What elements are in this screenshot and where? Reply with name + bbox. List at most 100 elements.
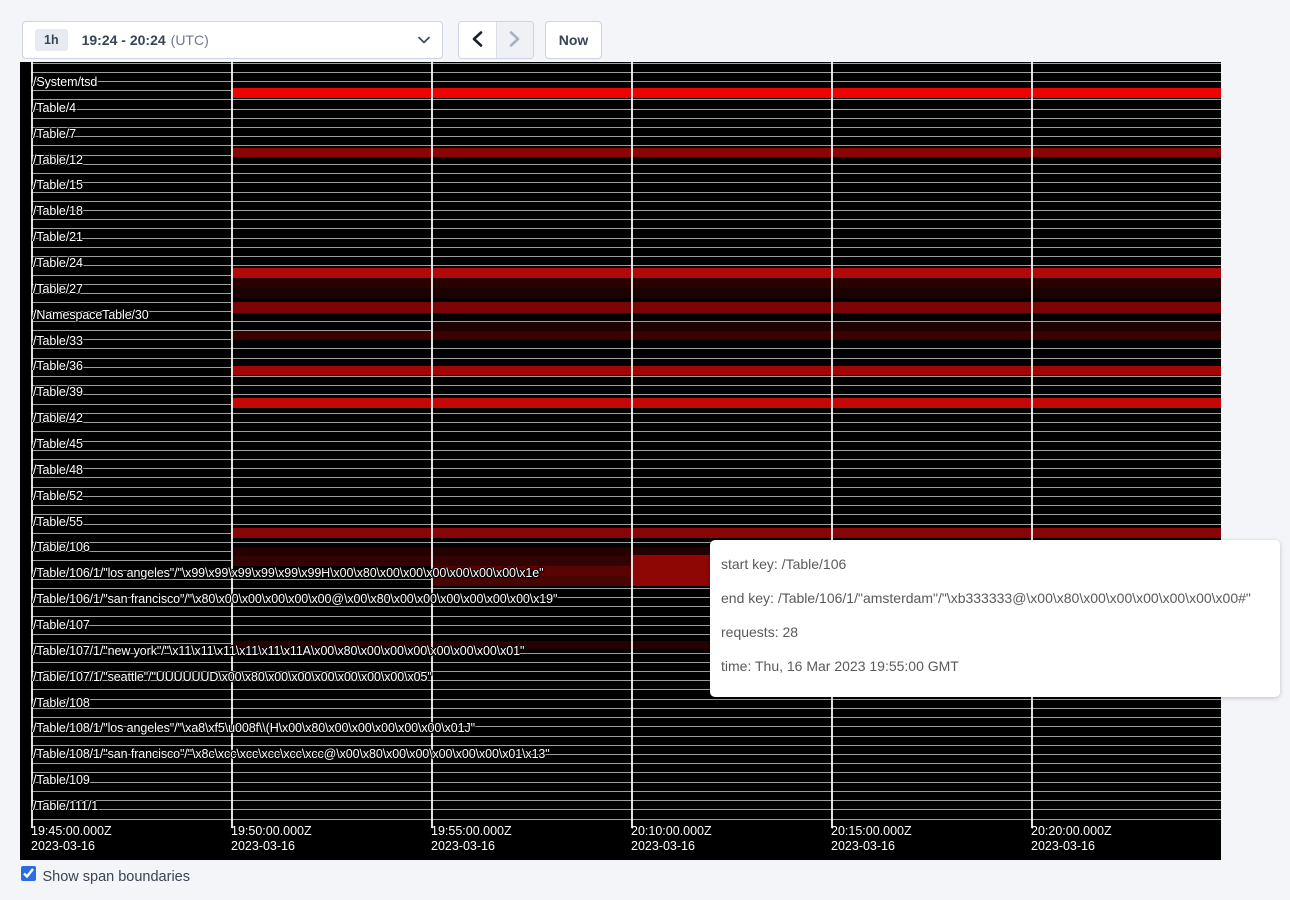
heat-band	[431, 322, 1221, 331]
row-label: /Table/27	[33, 282, 83, 296]
time-boundary-line	[1031, 62, 1033, 828]
range-preset-badge: 1h	[35, 29, 68, 51]
time-tick-label: 20:15:00.000Z	[831, 824, 912, 839]
tooltip-start-key: start key: /Table/106	[721, 554, 1269, 575]
heat-band	[231, 268, 1221, 278]
span-boundary-line	[31, 772, 1221, 773]
span-boundary-line	[31, 256, 1221, 257]
span-boundary-line	[31, 394, 1221, 395]
row-label: /Table/106/1/"san francisco"/"\x80\x00\x…	[33, 592, 557, 606]
show-span-boundaries-control[interactable]: Show span boundaries	[21, 866, 190, 886]
span-boundary-line	[31, 422, 1221, 423]
span-boundary-line	[31, 247, 1221, 248]
row-label: /Table/42	[33, 411, 83, 425]
span-boundary-line	[31, 736, 1221, 737]
row-label: /Table/106	[33, 540, 90, 554]
row-label: /Table/36	[33, 359, 83, 373]
span-boundary-line	[31, 745, 1221, 746]
time-tick-label: 19:55:00.000Z	[431, 824, 512, 839]
now-button[interactable]: Now	[545, 21, 602, 59]
span-boundary-line	[31, 145, 1221, 146]
row-label: /Table/21	[33, 230, 83, 244]
time-boundary-line	[631, 62, 633, 828]
span-boundary-line	[31, 699, 1221, 700]
date-tick-label: 2023-03-16	[631, 839, 695, 854]
date-tick-label: 2023-03-16	[1031, 839, 1095, 854]
span-boundary-line	[31, 238, 1221, 239]
span-boundary-line	[31, 800, 1221, 801]
span-boundary-line	[31, 192, 1221, 193]
span-boundary-line	[31, 219, 1221, 220]
hover-tooltip: start key: /Table/106 end key: /Table/10…	[710, 540, 1280, 697]
row-label: /Table/52	[33, 489, 83, 503]
heatmap-canvas[interactable]: /System/tsd/Table/4/Table/7/Table/12/Tab…	[20, 62, 1221, 860]
date-tick-label: 2023-03-16	[431, 839, 495, 854]
row-label: /Table/48	[33, 463, 83, 477]
span-boundary-line	[31, 514, 1221, 515]
show-span-boundaries-checkbox[interactable]	[21, 866, 36, 881]
row-label: /Table/109	[33, 773, 90, 787]
row-label: /Table/7	[33, 127, 76, 141]
span-boundary-line	[31, 450, 1221, 451]
span-boundary-line	[31, 109, 1221, 110]
heat-band	[231, 398, 1221, 408]
span-boundary-line	[31, 487, 1221, 488]
tooltip-end-key: end key: /Table/106/1/"amsterdam"/"\xb33…	[721, 588, 1269, 609]
time-boundary-line	[831, 62, 833, 828]
next-range-button[interactable]	[496, 22, 534, 58]
row-label: /Table/33	[33, 334, 83, 348]
span-boundary-line	[31, 791, 1221, 792]
row-label: /Table/15	[33, 178, 83, 192]
range-nav-group	[458, 21, 534, 59]
span-boundary-line	[31, 708, 1221, 709]
time-boundary-line	[431, 62, 433, 828]
row-label: /Table/45	[33, 437, 83, 451]
range-text: 19:24 - 20:24	[82, 32, 166, 48]
row-label: /Table/107/1/"seattle"/"UUUUUUD\x00\x80\…	[33, 670, 432, 684]
heat-band	[231, 88, 1221, 98]
row-label: /Table/107	[33, 618, 90, 632]
prev-range-button[interactable]	[459, 22, 496, 58]
span-boundary-line	[31, 164, 1221, 165]
heat-band	[231, 366, 1221, 375]
time-tick-label: 19:45:00.000Z	[31, 824, 112, 839]
heat-band	[633, 555, 710, 586]
span-boundary-line	[31, 376, 1221, 377]
span-boundary-line	[31, 782, 1221, 783]
row-label: /Table/108/1/"san francisco"/"\x8c\xcc\x…	[33, 747, 550, 761]
tooltip-time: time: Thu, 16 Mar 2023 19:55:00 GMT	[721, 656, 1269, 677]
span-boundary-line	[31, 63, 1221, 64]
span-boundary-line	[31, 431, 1221, 432]
row-label: /System/tsd	[33, 75, 97, 89]
row-label: /Table/4	[33, 101, 76, 115]
span-boundary-line	[31, 717, 1221, 718]
span-boundary-line	[31, 819, 1221, 820]
row-label: /Table/106/1/"los angeles"/"\x99\x99\x99…	[33, 566, 543, 580]
span-boundary-line	[31, 348, 1221, 349]
span-boundary-line	[31, 459, 1221, 460]
date-tick-label: 2023-03-16	[31, 839, 95, 854]
chevron-left-icon	[471, 31, 483, 50]
span-boundary-line	[31, 524, 1221, 525]
tooltip-requests: requests: 28	[721, 622, 1269, 643]
span-boundary-line	[31, 173, 1221, 174]
row-label: /NamespaceTable/30	[33, 308, 149, 322]
span-boundary-line	[31, 477, 1221, 478]
time-boundary-line	[231, 62, 233, 828]
date-tick-label: 2023-03-16	[831, 839, 895, 854]
span-boundary-line	[31, 809, 1221, 810]
row-label: /Table/18	[33, 204, 83, 218]
footer: Show span boundaries	[21, 866, 190, 886]
span-boundary-line	[31, 496, 1221, 497]
time-range-selector[interactable]: 1h 19:24 - 20:24 (UTC)	[22, 21, 443, 59]
row-label: /Table/108/1/"los angeles"/"\xa8\xf5\u00…	[33, 721, 475, 735]
span-boundary-line	[31, 265, 1221, 266]
span-boundary-line	[31, 210, 1221, 211]
span-boundary-line	[31, 468, 1221, 469]
span-boundary-line	[31, 118, 1221, 119]
span-boundary-line	[31, 201, 1221, 202]
span-boundary-line	[31, 228, 1221, 229]
span-boundary-line	[31, 127, 1221, 128]
time-tick-label: 19:50:00.000Z	[231, 824, 312, 839]
span-boundary-line	[31, 413, 1221, 414]
